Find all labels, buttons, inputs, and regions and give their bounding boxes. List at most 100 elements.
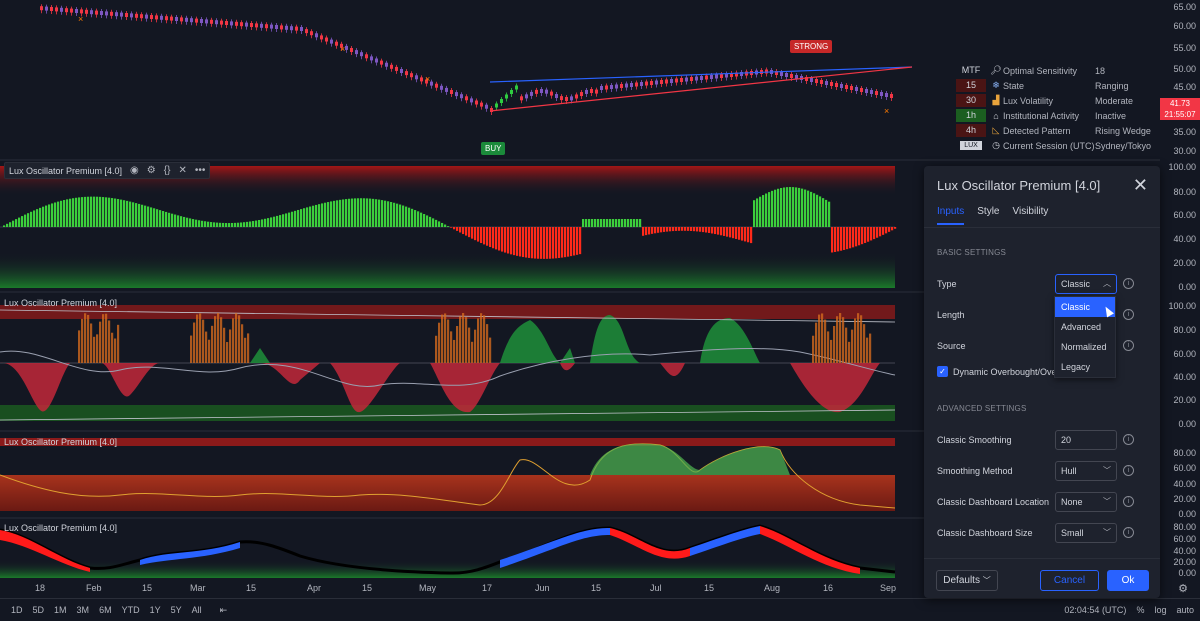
- dashboard-size-select[interactable]: Small ﹀: [1055, 523, 1117, 543]
- more-icon[interactable]: •••: [195, 165, 206, 176]
- candle-body: [640, 82, 643, 86]
- histogram-bar: [827, 331, 830, 363]
- histogram-bar: [411, 208, 414, 227]
- histogram-bar: [648, 227, 651, 235]
- range-1m[interactable]: 1M: [49, 605, 72, 615]
- pane-label-osc3[interactable]: Lux Oscillator Premium [4.0]: [4, 437, 117, 447]
- range-ytd[interactable]: YTD: [117, 605, 145, 615]
- candle-body: [235, 21, 238, 26]
- candle-body: [155, 15, 158, 20]
- info-icon[interactable]: i: [1123, 309, 1134, 320]
- candle-body: [100, 11, 103, 15]
- histogram-bar: [114, 338, 117, 363]
- eye-icon[interactable]: ◉: [130, 165, 139, 176]
- candle-body: [140, 14, 143, 19]
- ok-button[interactable]: Ok: [1107, 570, 1149, 591]
- cancel-button[interactable]: Cancel: [1040, 570, 1099, 591]
- pane-label-osc2[interactable]: Lux Oscillator Premium [4.0]: [4, 298, 117, 308]
- smoothing-method-select[interactable]: Hull ﹀: [1055, 461, 1117, 481]
- option-normalized[interactable]: Normalized: [1055, 337, 1115, 357]
- info-icon[interactable]: i: [1123, 340, 1134, 351]
- range-1d[interactable]: 1D: [6, 605, 28, 615]
- candle-body: [550, 91, 553, 96]
- range-5y[interactable]: 5Y: [166, 605, 187, 615]
- range-3m[interactable]: 3M: [72, 605, 95, 615]
- candle-body: [440, 85, 443, 90]
- histogram-bar: [822, 198, 825, 227]
- date-range-icon[interactable]: ⇤: [215, 605, 233, 616]
- histogram-bar: [863, 324, 866, 363]
- histogram-bar: [866, 337, 869, 363]
- candle-body: [830, 82, 833, 86]
- price-scale[interactable]: 65.00 60.00 55.00 50.00 45.00 35.00 30.0…: [1160, 0, 1200, 598]
- tab-style[interactable]: Style: [977, 206, 999, 225]
- histogram-bar: [186, 217, 189, 227]
- histogram-bar: [288, 212, 291, 227]
- candle-body: [55, 7, 58, 12]
- candle-body: [580, 92, 583, 97]
- tab-visibility[interactable]: Visibility: [1012, 206, 1048, 225]
- close-icon[interactable]: ✕: [178, 165, 186, 176]
- histogram-bar: [861, 227, 864, 245]
- histogram-bar: [858, 227, 861, 246]
- osc-tick: 0.00: [1178, 419, 1196, 429]
- candle-body: [780, 72, 783, 76]
- candle-body: [415, 75, 418, 80]
- settings-icon[interactable]: ⚙: [147, 165, 156, 176]
- percent-toggle[interactable]: %: [1136, 605, 1144, 615]
- candle-body: [870, 90, 873, 94]
- indicator-settings-dialog: Lux Oscillator Premium [4.0] ✕ Inputs St…: [924, 166, 1160, 598]
- candle-body: [610, 85, 613, 89]
- option-legacy[interactable]: Legacy: [1055, 357, 1115, 377]
- candle-body: [115, 12, 118, 17]
- chevron-down-icon: ﹀: [1103, 466, 1111, 475]
- tab-inputs[interactable]: Inputs: [937, 206, 965, 225]
- dynamic-checkbox[interactable]: ✓: [937, 366, 948, 377]
- classic-smoothing-input[interactable]: 20: [1055, 430, 1117, 450]
- close-icon[interactable]: ✕: [1133, 175, 1148, 196]
- histogram-bar: [369, 198, 372, 227]
- info-icon[interactable]: i: [1123, 465, 1134, 476]
- histogram-bar: [393, 202, 396, 227]
- histogram-bar: [702, 227, 705, 233]
- histogram-bar: [684, 227, 687, 231]
- histogram-bar: [471, 227, 474, 239]
- info-icon[interactable]: i: [1123, 527, 1134, 538]
- dashboard-location-select[interactable]: None ﹀: [1055, 492, 1117, 512]
- histogram-bar: [726, 227, 729, 237]
- histogram-bar: [833, 325, 836, 363]
- range-5d[interactable]: 5D: [28, 605, 50, 615]
- defaults-button[interactable]: Defaults ﹀: [936, 570, 998, 591]
- settings-gear-icon[interactable]: ⚙: [1178, 582, 1188, 595]
- date-tick: 15: [142, 583, 153, 593]
- dashboard-value: Inactive: [1095, 110, 1127, 121]
- histogram-bar: [818, 314, 821, 363]
- date-axis[interactable]: 18 Feb 15 Mar 15 Apr 15 May 17 Jun 15 Ju…: [0, 580, 900, 598]
- utc-clock[interactable]: 02:04:54 (UTC): [1064, 605, 1126, 615]
- range-all[interactable]: All: [187, 605, 207, 615]
- histogram-bar: [513, 227, 516, 256]
- histogram-bar: [42, 206, 45, 227]
- type-select[interactable]: Classic ︿: [1055, 274, 1117, 294]
- range-6m[interactable]: 6M: [94, 605, 117, 615]
- pane-label-osc4[interactable]: Lux Oscillator Premium [4.0]: [4, 523, 117, 533]
- histogram-bar: [330, 201, 333, 227]
- histogram-bar: [537, 227, 540, 259]
- histogram-bar: [717, 227, 720, 235]
- info-icon[interactable]: i: [1123, 278, 1134, 289]
- info-icon[interactable]: i: [1123, 434, 1134, 445]
- log-toggle[interactable]: log: [1154, 605, 1166, 615]
- histogram-bar: [873, 227, 876, 240]
- osc3-body: [0, 475, 895, 511]
- pane-label-osc1[interactable]: Lux Oscillator Premium [4.0] ◉ ⚙ {} ✕ ••…: [4, 162, 211, 179]
- auto-toggle[interactable]: auto: [1176, 605, 1194, 615]
- histogram-bar: [549, 227, 552, 259]
- range-1y[interactable]: 1Y: [145, 605, 166, 615]
- candle-body: [80, 9, 83, 14]
- histogram-bar: [869, 333, 872, 363]
- option-advanced[interactable]: Advanced: [1055, 317, 1115, 337]
- source-code-icon[interactable]: {}: [164, 165, 171, 176]
- histogram-bar: [114, 198, 117, 227]
- histogram-bar: [396, 203, 399, 227]
- info-icon[interactable]: i: [1123, 496, 1134, 507]
